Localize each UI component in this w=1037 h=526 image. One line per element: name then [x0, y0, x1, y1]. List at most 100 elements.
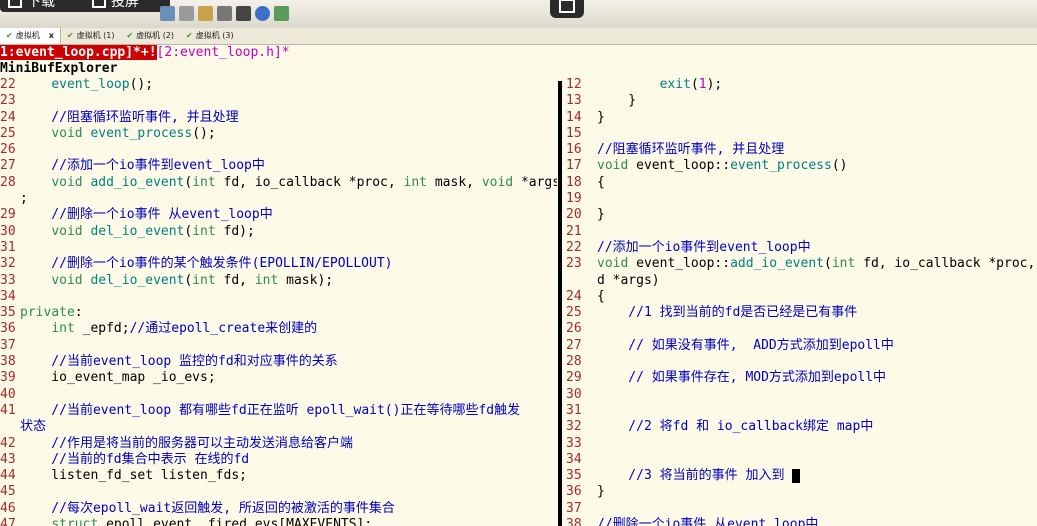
vm-check-icon: ✔ — [186, 31, 193, 40]
buffer-event-loop-cpp[interactable]: 1:event_loop.cpp]*+! — [0, 45, 157, 60]
code-line: 27 // 如果没有事件, ADD方式添加到epoll中 — [566, 338, 1037, 354]
code-token: : — [74, 305, 83, 321]
help-icon[interactable] — [255, 6, 270, 21]
line-number: 34 — [566, 451, 582, 467]
code-token: (); — [192, 125, 216, 141]
text-cursor — [792, 468, 801, 483]
code-line: 28 — [566, 354, 1037, 370]
code-token: void — [597, 158, 629, 174]
code-token: } — [597, 484, 605, 500]
code-line: 26 — [566, 321, 1037, 337]
line-number: 23 — [0, 93, 16, 109]
code-token: event_process — [90, 125, 193, 141]
line-number: 44 — [0, 468, 16, 484]
line-number: 36 — [566, 484, 582, 500]
line-number: 19 — [566, 191, 582, 207]
print-icon[interactable] — [160, 6, 175, 21]
code-line: 25 void event_process(); — [0, 126, 557, 142]
line-number: 12 — [566, 77, 582, 92]
line-number: 31 — [0, 239, 16, 255]
vm-check-icon: ✔ — [66, 31, 74, 40]
tab-label: 虚拟机 (1) — [76, 31, 115, 40]
line-number: 34 — [0, 288, 16, 304]
code-token: //阻塞循环监听事件, 并且处理 — [597, 142, 785, 158]
code-token: //通过epoll_create来创建的 — [129, 321, 318, 337]
tools-icon[interactable] — [217, 6, 232, 21]
vm-check-icon: ✔ — [126, 31, 134, 40]
code-token: //每次epoll_wait返回触发, 所返回的被激活的事件集合 — [20, 500, 395, 516]
code-line: 22 event_loop(); — [0, 77, 557, 93]
code-line: 16 //阻塞循环监听事件, 并且处理 — [566, 142, 1037, 158]
line-number: 29 — [566, 370, 582, 386]
toolbar: 下载 投屏 — [0, 0, 1037, 29]
code-token: (); — [129, 77, 154, 92]
code-line: 31 — [0, 240, 557, 256]
tab-vm-1[interactable]: ✔ 虚拟机 (1) — [61, 28, 121, 44]
line-number: 27 — [0, 158, 16, 174]
code-token: //删除一个io事件 从event_loop中 — [20, 207, 273, 223]
code-line: 19 — [566, 191, 1037, 207]
code-token: //添加一个io事件到event_loop中 — [597, 239, 811, 255]
line-number: 35 — [0, 305, 16, 321]
code-token: epoll_event _fired_evs[MAXEVENTS]; — [98, 517, 373, 526]
editor-pane-left[interactable]: 22 event_loop(); 23 24 //阻塞循环监听事件, 并且处理 25 … — [0, 77, 557, 526]
tab-vm-3[interactable]: ✔ 虚拟机 (3) — [180, 28, 240, 44]
line-number: 30 — [566, 386, 582, 402]
code-token: { — [597, 174, 605, 190]
screenshot-icon[interactable] — [274, 6, 289, 21]
code-token: fd, — [215, 272, 255, 288]
tab-label: 虚拟机 — [15, 31, 40, 40]
pane-divider[interactable] — [557, 77, 566, 526]
code-token: *args) — [520, 174, 557, 190]
line-number: 18 — [566, 174, 582, 190]
line-number: 15 — [566, 125, 582, 141]
code-token: del_io_event — [90, 272, 185, 288]
code-token: ); — [706, 77, 723, 92]
code-token: //添加一个io事件到event_loop中 — [20, 158, 265, 174]
code-line: 15 — [566, 126, 1037, 142]
code-line: 35 //3 将当前的事件 加入到 — [566, 468, 1037, 484]
fullscreen-button[interactable]: 投屏 — [84, 0, 170, 12]
bulb-icon[interactable] — [236, 6, 251, 21]
code-token: { — [597, 288, 605, 304]
camera-button[interactable] — [550, 0, 584, 18]
line-number: 25 — [0, 125, 16, 141]
download-label: 下载 — [27, 0, 55, 10]
vm-check-icon: ✔ — [6, 31, 13, 40]
buffer-event-loop-h[interactable]: [2:event_loop.h]* — [157, 45, 290, 60]
line-number: 28 — [566, 354, 582, 370]
code-line: 38 //删除一个io事件 从event_loop中 — [566, 517, 1037, 526]
code-token: event_loop — [51, 77, 130, 92]
code-line: d *args) — [566, 273, 1037, 289]
fullscreen-icon — [92, 0, 106, 8]
toolbar-icons — [160, 6, 289, 21]
line-number: 36 — [0, 321, 16, 337]
code-line: 28 void add_io_event(int fd, io_callback… — [0, 175, 557, 191]
settings-icon[interactable] — [198, 6, 213, 21]
tab-vm-0[interactable]: ✔ 虚拟机 x — [0, 28, 61, 44]
download-button[interactable]: 下载 — [0, 0, 94, 12]
line-number: 46 — [0, 500, 16, 516]
code-line: 21 — [566, 224, 1037, 240]
line-number: 38 — [566, 517, 582, 526]
tab-close-icon[interactable]: x — [49, 28, 54, 44]
code-line: 24 //阻塞循环监听事件, 并且处理 — [0, 110, 557, 126]
code-token: int — [254, 272, 279, 288]
line-number: 24 — [0, 109, 16, 125]
copy-icon[interactable] — [179, 6, 194, 21]
code-token: void — [51, 174, 83, 190]
code-line: 31 — [566, 403, 1037, 419]
code-token: event_process — [730, 158, 832, 174]
editor-pane-right[interactable]: 12 exit(1); 13 } 14} 15 16//阻塞循环监听事件, 并且处理 17… — [566, 77, 1037, 526]
tab-vm-2[interactable]: ✔ 虚拟机 (2) — [120, 28, 180, 44]
code-line: 34 — [0, 289, 557, 305]
line-number: 16 — [566, 142, 582, 158]
code-line: 23 void event_loop::add_io_event(int fd, … — [566, 256, 1037, 272]
code-token: int — [192, 174, 216, 190]
